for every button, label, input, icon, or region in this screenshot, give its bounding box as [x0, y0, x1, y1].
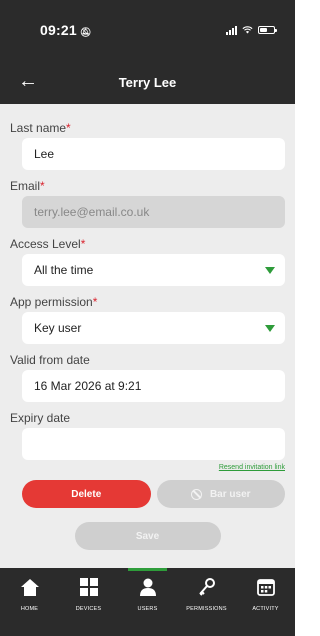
expiry-date-label: Expiry date	[10, 408, 285, 428]
devices-icon	[78, 576, 100, 598]
tab-devices[interactable]: DEVICES	[59, 568, 118, 636]
bar-user-button[interactable]: Bar user	[156, 480, 285, 508]
tab-activity-label: ACTIVITY	[252, 606, 279, 612]
required-mark: *	[80, 237, 86, 251]
tab-users[interactable]: USERS	[118, 568, 177, 636]
dropdown-caret-icon	[265, 325, 275, 332]
valid-from-value: 16 Mar 2026 at 9:21	[34, 379, 142, 393]
valid-from-label-text: Valid from date	[10, 353, 90, 367]
status-time: 09:21 🔕︎	[40, 22, 91, 38]
required-mark: *	[40, 179, 45, 193]
tab-activity[interactable]: ACTIVITY	[236, 568, 295, 636]
app-permission-select[interactable]: Key user	[22, 312, 285, 344]
access-level-value: All the time	[34, 263, 94, 277]
home-icon	[19, 576, 41, 598]
ban-icon	[190, 488, 202, 500]
tab-users-label: USERS	[137, 606, 158, 612]
access-level-select[interactable]: All the time	[22, 254, 285, 286]
status-bar: 09:21 🔕︎	[0, 0, 295, 60]
email-label-text: Email	[10, 179, 41, 193]
silent-bell-icon: 🔕︎	[79, 27, 92, 37]
last-name-label-text: Last name	[10, 121, 67, 135]
valid-from-field[interactable]: 16 Mar 2026 at 9:21	[22, 370, 285, 402]
key-icon	[196, 576, 218, 598]
email-value: terry.lee@email.co.uk	[34, 205, 150, 219]
battery-icon	[258, 26, 277, 34]
signal-icon	[226, 25, 237, 35]
wifi-icon	[242, 26, 253, 34]
status-time-text: 09:21	[40, 22, 77, 38]
tab-home-label: HOME	[20, 606, 39, 612]
users-icon	[137, 576, 159, 598]
save-button[interactable]: Save	[74, 522, 221, 550]
dropdown-caret-icon	[265, 267, 275, 274]
tab-devices-label: DEVICES	[75, 606, 102, 612]
tab-permissions-label: PERMISSIONS	[186, 606, 227, 612]
access-level-label-text: Access Level	[10, 237, 81, 251]
delete-button-label: Delete	[71, 488, 102, 500]
resend-invitation-link[interactable]: Resend invitation link	[10, 464, 285, 476]
last-name-field[interactable]: Lee	[22, 138, 285, 170]
bottom-tab-bar: HOME DEVICES USERS PERMISSIONS ACTIVITY	[0, 568, 295, 636]
last-name-value: Lee	[34, 147, 55, 161]
delete-button[interactable]: Delete	[22, 480, 151, 508]
action-buttons: Delete Bar user	[10, 480, 285, 508]
access-level-label: Access Level*	[10, 234, 285, 254]
required-mark: *	[66, 121, 71, 135]
email-field: terry.lee@email.co.uk	[22, 196, 285, 228]
calendar-icon	[255, 576, 277, 598]
last-name-label: Last name*	[10, 118, 285, 138]
tab-home[interactable]: HOME	[0, 568, 59, 636]
valid-from-label: Valid from date	[10, 350, 285, 370]
page-title: Terry Lee	[118, 74, 177, 90]
save-button-label: Save	[135, 530, 160, 542]
app-permission-label: App permission*	[10, 292, 285, 312]
user-form: Last name* Lee Email* terry.lee@email.co…	[0, 104, 295, 550]
status-icons	[226, 25, 277, 35]
bar-user-button-label: Bar user	[209, 488, 251, 500]
required-mark: *	[92, 295, 98, 309]
app-permission-value: Key user	[34, 321, 82, 335]
nav-bar: ← Terry Lee	[0, 60, 295, 104]
app-screen: 09:21 🔕︎ ← Terry Lee Last name* Lee Email…	[0, 0, 295, 636]
back-arrow-icon[interactable]: ←	[18, 70, 38, 92]
app-permission-label-text: App permission	[10, 295, 93, 309]
expiry-date-label-text: Expiry date	[10, 411, 71, 425]
tab-permissions[interactable]: PERMISSIONS	[177, 568, 236, 636]
expiry-date-field[interactable]	[22, 428, 285, 460]
email-label: Email*	[10, 176, 285, 196]
